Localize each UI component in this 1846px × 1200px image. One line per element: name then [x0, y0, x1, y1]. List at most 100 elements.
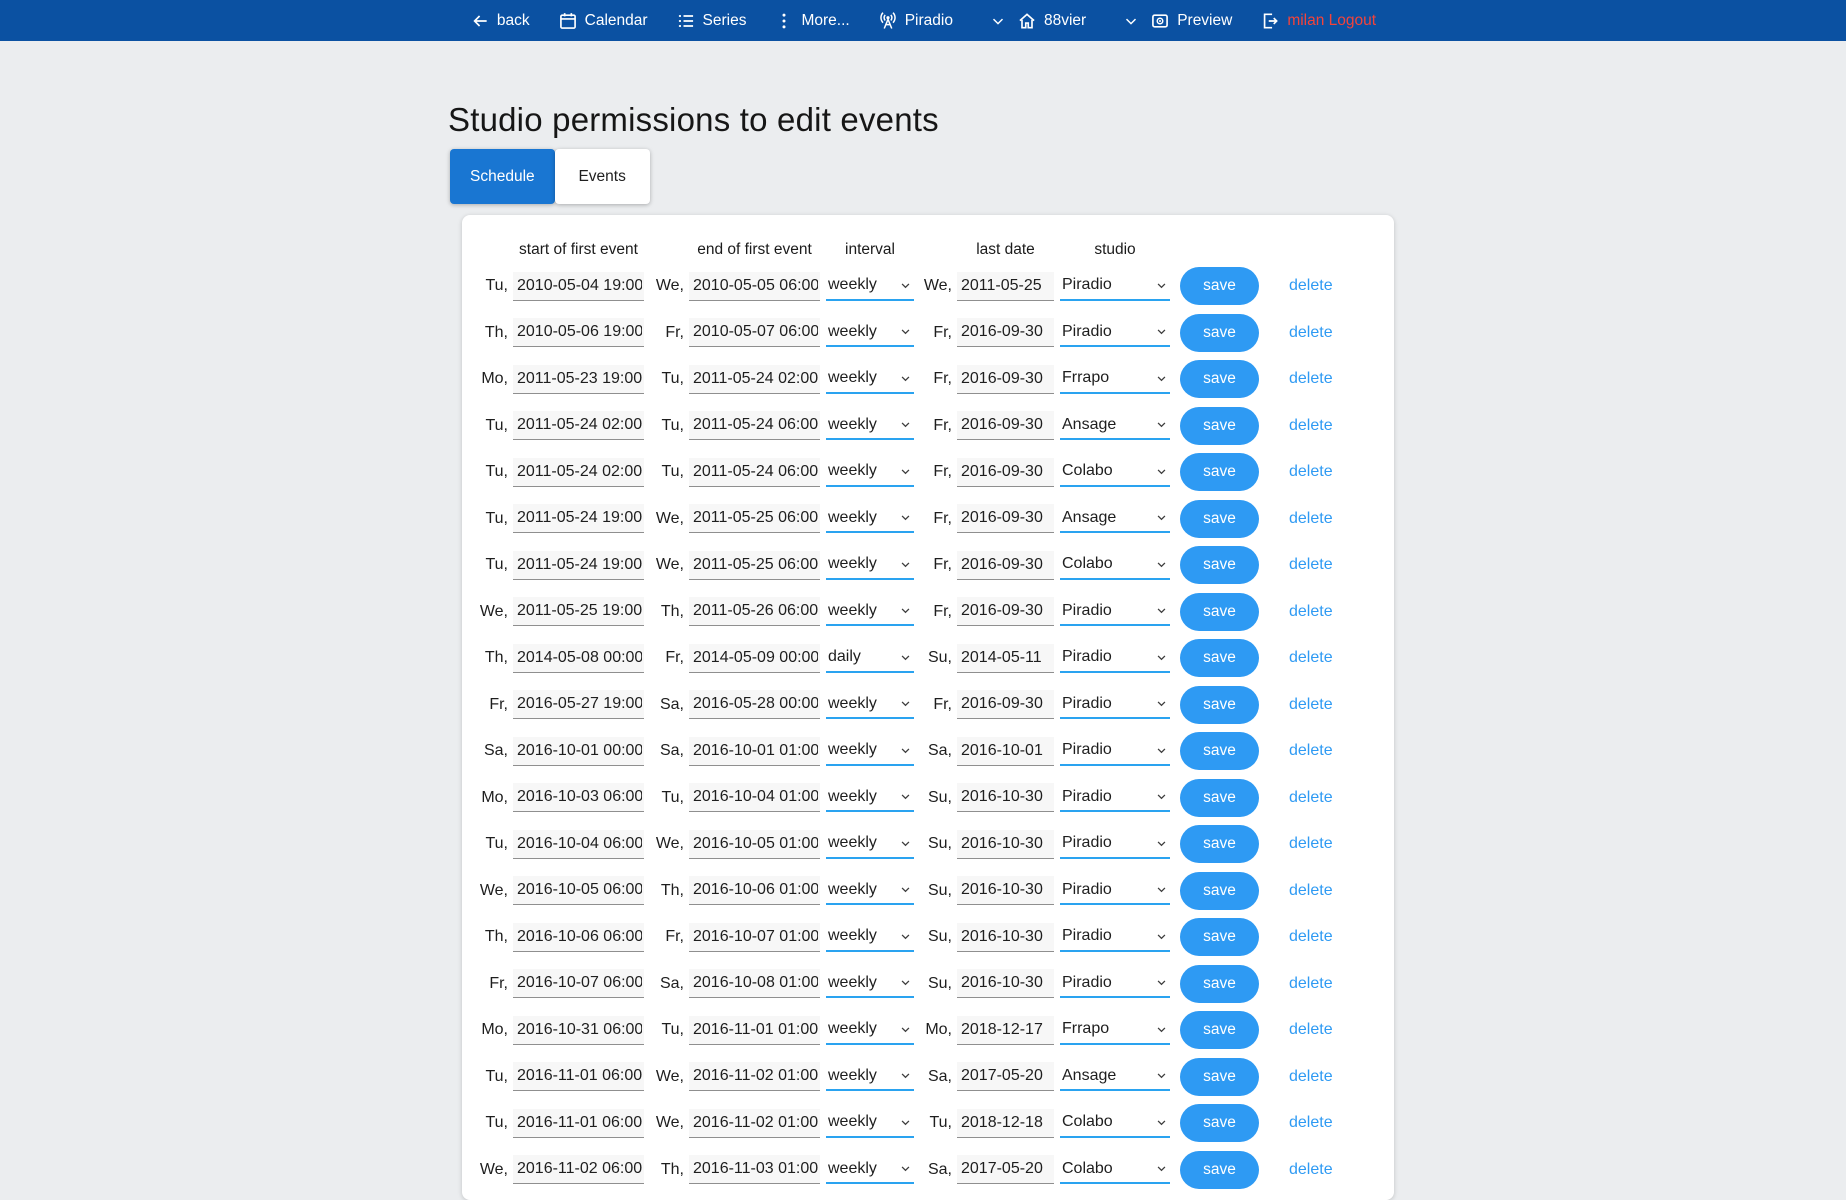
last-date-input[interactable] [957, 644, 1054, 673]
start-datetime-input[interactable] [513, 458, 644, 487]
studio-select[interactable]: Ansage [1060, 411, 1170, 440]
start-datetime-input[interactable] [513, 411, 644, 440]
studio-select[interactable]: Piradio [1060, 597, 1170, 626]
last-date-input[interactable] [957, 690, 1054, 719]
studio-select[interactable]: Colabo [1060, 1109, 1170, 1138]
save-button[interactable]: save [1180, 1058, 1259, 1096]
start-datetime-input[interactable] [513, 969, 644, 998]
last-date-input[interactable] [957, 318, 1054, 347]
end-datetime-input[interactable] [689, 365, 820, 394]
studio-select[interactable]: Frrapo [1060, 1016, 1170, 1045]
start-datetime-input[interactable] [513, 830, 644, 859]
end-datetime-input[interactable] [689, 1155, 820, 1184]
nav-item-calendar[interactable]: Calendar [558, 11, 648, 31]
delete-link[interactable]: delete [1289, 835, 1333, 853]
save-button[interactable]: save [1180, 686, 1259, 724]
delete-link[interactable]: delete [1289, 1161, 1333, 1179]
delete-link[interactable]: delete [1289, 463, 1333, 481]
end-datetime-input[interactable] [689, 504, 820, 533]
delete-link[interactable]: delete [1289, 975, 1333, 993]
interval-select[interactable]: weekly [826, 411, 914, 440]
last-date-input[interactable] [957, 458, 1054, 487]
tab-schedule[interactable]: Schedule [450, 149, 555, 204]
studio-select[interactable]: Piradio [1060, 737, 1170, 766]
save-button[interactable]: save [1180, 872, 1259, 910]
interval-select[interactable]: weekly [826, 1062, 914, 1091]
last-date-input[interactable] [957, 365, 1054, 394]
studio-select[interactable]: Colabo [1060, 551, 1170, 580]
start-datetime-input[interactable] [513, 1016, 644, 1045]
save-button[interactable]: save [1180, 918, 1259, 956]
interval-select[interactable]: weekly [826, 551, 914, 580]
end-datetime-input[interactable] [689, 783, 820, 812]
nav-item-piradio[interactable]: Piradio [878, 11, 953, 31]
save-button[interactable]: save [1180, 1151, 1259, 1189]
nav-item-more[interactable]: More... [774, 11, 849, 31]
studio-select[interactable]: Ansage [1060, 504, 1170, 533]
end-datetime-input[interactable] [689, 690, 820, 719]
save-button[interactable]: save [1180, 965, 1259, 1003]
last-date-input[interactable] [957, 876, 1054, 905]
delete-link[interactable]: delete [1289, 603, 1333, 621]
start-datetime-input[interactable] [513, 597, 644, 626]
start-datetime-input[interactable] [513, 504, 644, 533]
delete-link[interactable]: delete [1289, 277, 1333, 295]
interval-select[interactable]: weekly [826, 969, 914, 998]
interval-select[interactable]: weekly [826, 737, 914, 766]
studio-select[interactable]: Piradio [1060, 783, 1170, 812]
start-datetime-input[interactable] [513, 365, 644, 394]
last-date-input[interactable] [957, 411, 1054, 440]
interval-select[interactable]: weekly [826, 458, 914, 487]
delete-link[interactable]: delete [1289, 696, 1333, 714]
delete-link[interactable]: delete [1289, 556, 1333, 574]
save-button[interactable]: save [1180, 639, 1259, 677]
delete-link[interactable]: delete [1289, 510, 1333, 528]
studio-select[interactable]: Piradio [1060, 969, 1170, 998]
delete-link[interactable]: delete [1289, 324, 1333, 342]
save-button[interactable]: save [1180, 593, 1259, 631]
save-button[interactable]: save [1180, 314, 1259, 352]
interval-select[interactable]: weekly [826, 272, 914, 301]
save-button[interactable]: save [1180, 360, 1259, 398]
delete-link[interactable]: delete [1289, 742, 1333, 760]
save-button[interactable]: save [1180, 825, 1259, 863]
start-datetime-input[interactable] [513, 1109, 644, 1138]
delete-link[interactable]: delete [1289, 928, 1333, 946]
end-datetime-input[interactable] [689, 597, 820, 626]
save-button[interactable]: save [1180, 1104, 1259, 1142]
save-button[interactable]: save [1180, 453, 1259, 491]
end-datetime-input[interactable] [689, 644, 820, 673]
end-datetime-input[interactable] [689, 551, 820, 580]
nav-item-back[interactable]: back [470, 11, 530, 31]
start-datetime-input[interactable] [513, 690, 644, 719]
last-date-input[interactable] [957, 737, 1054, 766]
save-button[interactable]: save [1180, 500, 1259, 538]
end-datetime-input[interactable] [689, 830, 820, 859]
last-date-input[interactable] [957, 923, 1054, 952]
end-datetime-input[interactable] [689, 876, 820, 905]
start-datetime-input[interactable] [513, 876, 644, 905]
end-datetime-input[interactable] [689, 1016, 820, 1045]
studio-select[interactable]: Colabo [1060, 1155, 1170, 1184]
last-date-input[interactable] [957, 1062, 1054, 1091]
start-datetime-input[interactable] [513, 318, 644, 347]
save-button[interactable]: save [1180, 267, 1259, 305]
delete-link[interactable]: delete [1289, 370, 1333, 388]
studio-select[interactable]: Ansage [1060, 1062, 1170, 1091]
start-datetime-input[interactable] [513, 1155, 644, 1184]
start-datetime-input[interactable] [513, 644, 644, 673]
save-button[interactable]: save [1180, 779, 1259, 817]
studio-select[interactable]: Piradio [1060, 644, 1170, 673]
studio-select[interactable]: Piradio [1060, 876, 1170, 905]
nav-item-logout[interactable]: milan Logout [1260, 11, 1376, 31]
start-datetime-input[interactable] [513, 551, 644, 580]
interval-select[interactable]: weekly [826, 1109, 914, 1138]
save-button[interactable]: save [1180, 546, 1259, 584]
end-datetime-input[interactable] [689, 1062, 820, 1091]
last-date-input[interactable] [957, 1109, 1054, 1138]
delete-link[interactable]: delete [1289, 417, 1333, 435]
tab-events[interactable]: Events [555, 149, 650, 204]
nav-item-preview[interactable]: Preview [1150, 11, 1232, 31]
studio-select[interactable]: Piradio [1060, 830, 1170, 859]
chevron-down-icon[interactable] [989, 12, 1007, 30]
